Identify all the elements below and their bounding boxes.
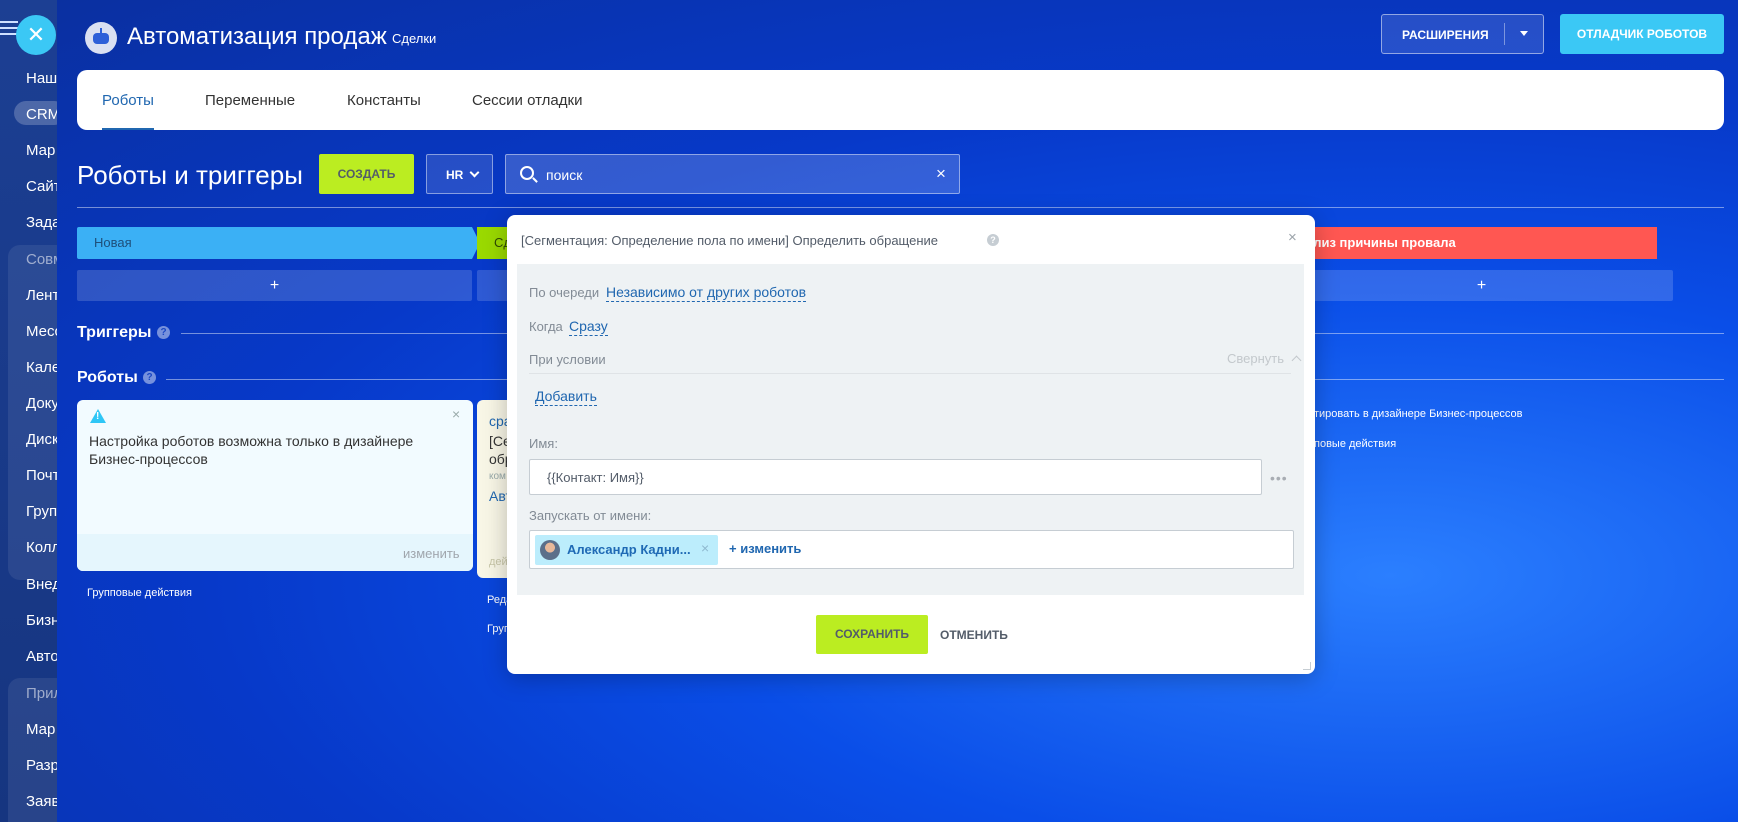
change-user-link[interactable]: + изменить <box>729 541 801 556</box>
edit-link[interactable]: изменить <box>403 546 460 561</box>
extensions-button[interactable]: РАСШИРЕНИЯ <box>1381 14 1544 54</box>
divider <box>77 207 1724 208</box>
sidebar-item-sites[interactable]: Сайт <box>26 178 57 195</box>
run-as-field[interactable]: Александр Кадни... × + изменить <box>529 530 1294 569</box>
order-value-link[interactable]: Независимо от других роботов <box>606 284 807 302</box>
sidebar-group-title-collab: Совм <box>26 251 57 268</box>
triggers-divider <box>181 333 507 334</box>
sidebar-item-developers[interactable]: Разр <box>26 757 57 774</box>
cancel-button[interactable]: ОТМЕНИТЬ <box>940 628 1008 642</box>
extensions-button-label: РАСШИРЕНИЯ <box>1402 28 1489 42</box>
tab-robots[interactable]: Роботы <box>102 92 154 130</box>
group-actions-link[interactable]: Групповые действия <box>87 587 192 599</box>
collapse-link[interactable]: Свернуть <box>1227 351 1284 366</box>
help-icon[interactable]: ? <box>157 326 170 339</box>
more-icon[interactable]: ••• <box>1270 470 1288 486</box>
group-actions-link-right[interactable]: повые действия <box>1314 438 1396 450</box>
help-icon[interactable]: ? <box>143 371 156 384</box>
help-icon[interactable]: ? <box>987 234 999 246</box>
page-header-title: Автоматизация продаж <box>127 23 387 50</box>
add-trigger-button[interactable]: + <box>77 270 472 301</box>
page-header-subtitle: Сделки <box>392 31 437 46</box>
sidebar-item-messenger[interactable]: Месс <box>26 323 57 340</box>
when-label: Когда <box>529 319 563 334</box>
tab-variables[interactable]: Переменные <box>205 92 295 109</box>
sidebar-group-title-apps: Прил <box>26 685 57 702</box>
clear-search-icon[interactable]: × <box>936 164 946 184</box>
sidebar-item-colleagues[interactable]: Колл <box>26 539 57 556</box>
sidebar-item-automation[interactable]: Авто <box>26 648 57 665</box>
stage-new[interactable]: Новая <box>77 227 480 259</box>
tab-debug-sessions[interactable]: Сессии отладки <box>472 92 582 109</box>
condition-label: При условии <box>529 352 606 367</box>
tab-constants[interactable]: Константы <box>347 92 421 109</box>
page-title: Роботы и триггеры <box>77 160 303 190</box>
left-sidebar: Наш CRM Мар Сайт Зада Совм Лент Месс Кал… <box>0 0 57 822</box>
avatar <box>540 540 560 560</box>
sidebar-item-implementation[interactable]: Внед <box>26 576 57 593</box>
change-user-label: изменить <box>740 541 802 556</box>
run-as-label: Запускать от имени: <box>529 508 652 523</box>
triggers-title: Триггеры <box>77 324 152 341</box>
condition-divider <box>529 373 1291 374</box>
triggers-divider-right <box>1315 333 1724 334</box>
robot-card-partial-footer: дей <box>489 556 508 568</box>
sidebar-item-business[interactable]: Бизн <box>26 612 57 629</box>
dialog-title: [Сегментация: Определение пола по имени]… <box>521 233 939 248</box>
sidebar-item-mail[interactable]: Почт <box>26 467 57 484</box>
name-label: Имя: <box>529 436 558 451</box>
sidebar-item-requests[interactable]: Заяв <box>26 793 57 810</box>
edit-in-designer-link[interactable]: тировать в дизайнере Бизнес-процессов <box>1314 408 1522 420</box>
sidebar-item-crm[interactable]: CRM <box>26 106 57 123</box>
create-button[interactable]: СОЗДАТЬ <box>319 154 414 194</box>
search-icon <box>520 166 534 180</box>
remove-user-icon[interactable]: × <box>701 540 709 556</box>
close-icon[interactable]: × <box>452 406 460 422</box>
sidebar-item-feed[interactable]: Лент <box>26 287 57 304</box>
robot-card-partial-line-4: ком <box>489 471 506 482</box>
close-icon[interactable]: × <box>1288 229 1297 246</box>
sidebar-item-tasks[interactable]: Зада <box>26 214 57 231</box>
sidebar-item-0[interactable]: Наш <box>26 70 57 87</box>
filter-dropdown-label: HR <box>446 168 464 182</box>
close-icon[interactable]: ✕ <box>16 15 56 55</box>
extensions-divider <box>1504 23 1505 45</box>
save-button[interactable]: СОХРАНИТЬ <box>816 615 928 654</box>
warning-icon <box>90 409 106 423</box>
search-input[interactable]: поиск × <box>505 154 960 194</box>
robot-debugger-button[interactable]: ОТЛАДЧИК РОБОТОВ <box>1560 14 1724 54</box>
robot-card-warning: × Настройка роботов возможна только в ди… <box>77 400 473 571</box>
robot-settings-dialog: [Сегментация: Определение пола по имени]… <box>507 215 1315 674</box>
dialog-body: По очереди Независимо от других роботов … <box>517 264 1304 595</box>
sidebar-item-calendar[interactable]: Кале <box>26 359 57 376</box>
resize-handle-icon[interactable] <box>1303 662 1311 670</box>
robots-title: Роботы <box>77 369 138 386</box>
sidebar-item-market[interactable]: Мар <box>26 721 55 738</box>
add-trigger-button-failure[interactable]: + <box>1290 270 1673 301</box>
order-label: По очереди <box>529 285 600 300</box>
sidebar-item-groups[interactable]: Груп <box>26 503 57 520</box>
caret-down-icon[interactable] <box>1520 31 1528 36</box>
sidebar-item-documents[interactable]: Доку <box>26 395 57 412</box>
sidebar-item-marketing[interactable]: Мар <box>26 142 55 159</box>
robot-card-text: Настройка роботов возможна только в диза… <box>89 433 414 467</box>
stage-failure-analysis[interactable]: ализ причины провала <box>1290 227 1657 259</box>
name-field-value: {{Контакт: Имя}} <box>547 470 644 485</box>
robot-card-footer: изменить <box>77 534 473 571</box>
chevron-down-icon <box>469 167 480 178</box>
when-value-link[interactable]: Сразу <box>569 318 608 336</box>
add-condition-link[interactable]: Добавить <box>535 388 597 406</box>
user-chip[interactable]: Александр Кадни... × <box>535 535 718 565</box>
name-field[interactable]: {{Контакт: Имя}} <box>529 459 1262 495</box>
filter-dropdown[interactable]: HR <box>426 154 493 194</box>
robots-divider <box>166 379 507 380</box>
tabs-panel: Роботы Переменные Константы Сессии отлад… <box>77 70 1724 130</box>
user-chip-name: Александр Кадни... <box>567 542 691 557</box>
robot-icon <box>85 22 117 54</box>
chevron-up-icon[interactable] <box>1291 355 1302 366</box>
search-placeholder: поиск <box>546 167 583 183</box>
robots-divider-right <box>1315 379 1724 380</box>
sidebar-item-disk[interactable]: Диск <box>26 431 57 448</box>
